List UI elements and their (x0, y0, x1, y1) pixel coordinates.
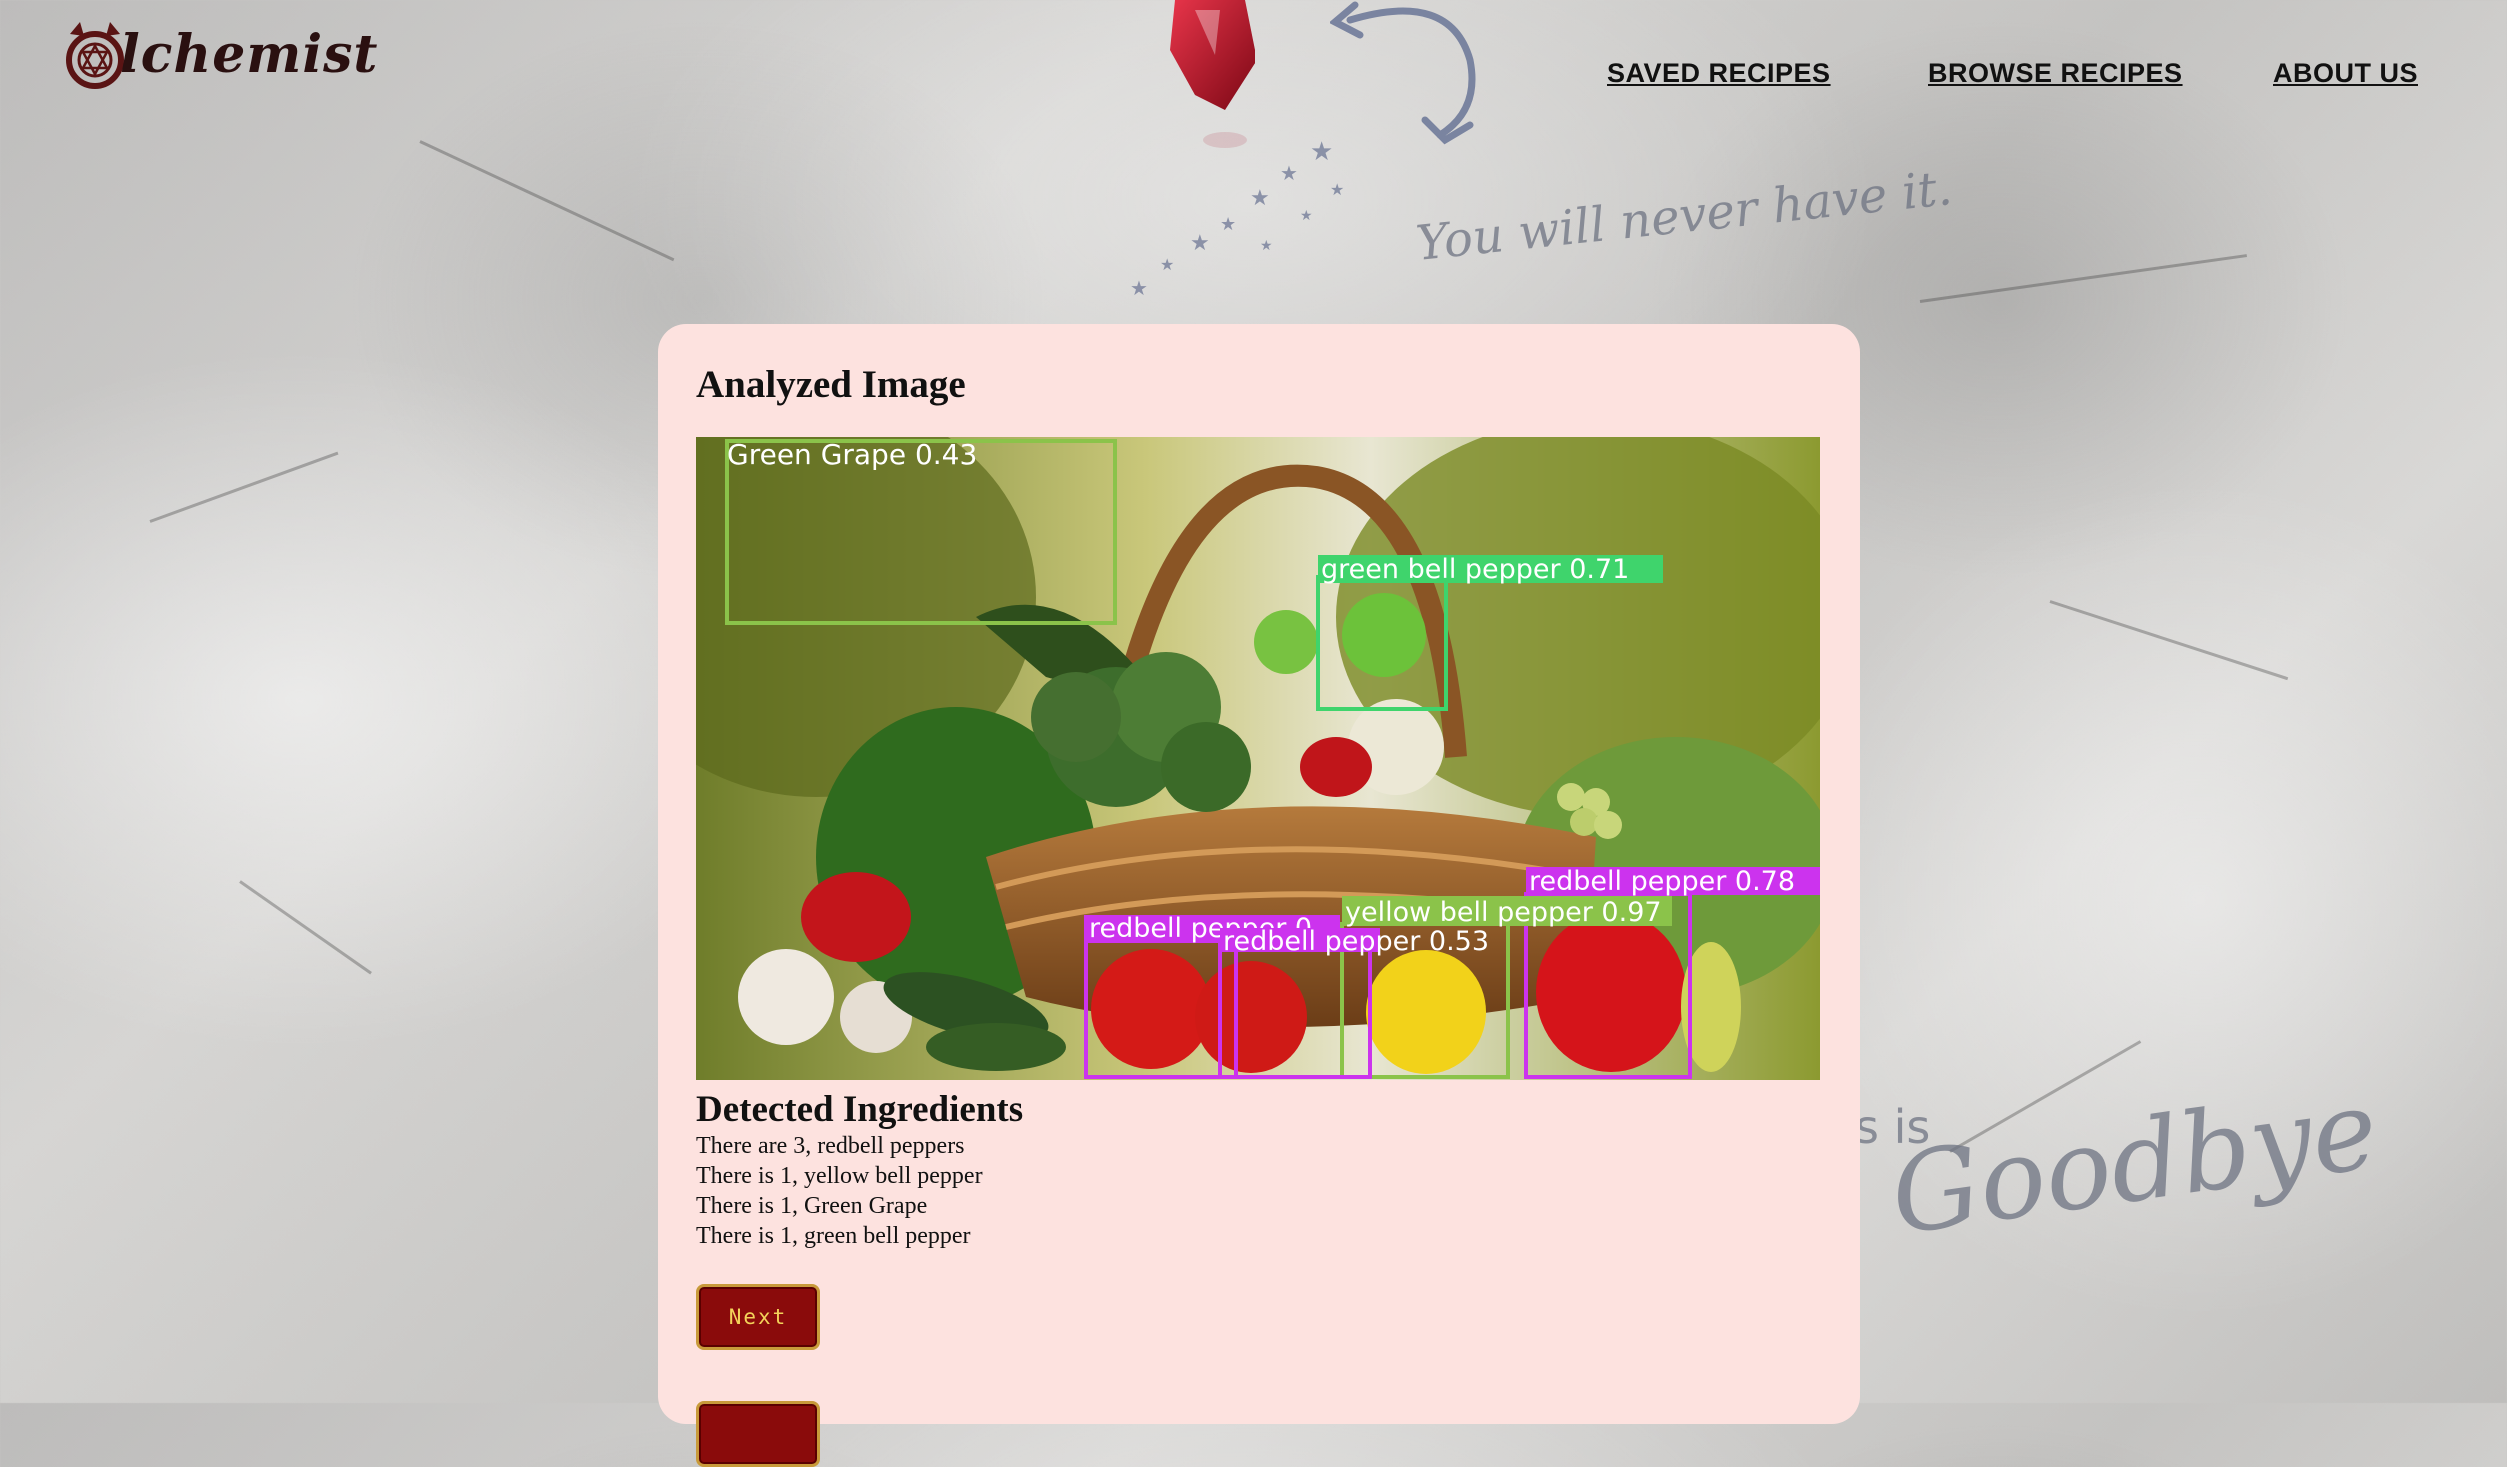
tagline-text: You will never have it. (1413, 160, 1955, 272)
svg-text:★: ★ (1300, 209, 1313, 224)
site-logo[interactable]: lchemist (60, 14, 378, 94)
detection-label-yellow-bell-pepper: yellow bell pepper 0.97 (1345, 897, 1662, 928)
ingredient-item: There is 1, yellow bell pepper (696, 1163, 983, 1189)
nav-browse-recipes[interactable]: BROWSE RECIPES (1928, 58, 2183, 89)
svg-text:★: ★ (1160, 257, 1174, 274)
next-button[interactable]: Next (696, 1284, 820, 1350)
background-crack (149, 451, 339, 523)
detected-ingredients-title: Detected Ingredients (696, 1089, 1024, 1130)
svg-text:★: ★ (1250, 185, 1270, 210)
card-title: Analyzed Image (696, 363, 966, 406)
ingredient-item: There are 3, redbell peppers (696, 1133, 965, 1159)
detection-label-green-grape: Green Grape 0.43 (727, 438, 977, 471)
background-crack (2049, 600, 2289, 681)
star-trail-icon: ★ ★ ★ ★ ★ ★ ★ ★ ★ ★ (1130, 137, 1344, 300)
secondary-button[interactable] (696, 1401, 820, 1467)
goodbye-script-text: Goodbye (1883, 1064, 2385, 1260)
background-crack (1919, 254, 2247, 303)
svg-text:★: ★ (1190, 230, 1210, 255)
svg-text:★: ★ (1130, 278, 1148, 300)
ingredient-item: There is 1, green bell pepper (696, 1223, 971, 1249)
detection-label-redbell-pepper-078: redbell pepper 0.78 (1529, 866, 1795, 897)
background-crack (239, 880, 372, 975)
svg-text:★: ★ (1310, 137, 1333, 166)
svg-text:★: ★ (1280, 163, 1298, 185)
nav-saved-recipes[interactable]: SAVED RECIPES (1607, 58, 1831, 89)
ingredient-list: There are 3, redbell peppers There is 1,… (696, 1131, 983, 1251)
analyzed-image-render: Green Grape 0.43 green bell pepper 0.71 … (696, 437, 1820, 1080)
analysis-card: Analyzed Image Green Grape 0.43 green be… (658, 324, 1860, 1467)
analyzed-image: Green Grape 0.43 green bell pepper 0.71 … (696, 437, 1820, 1080)
svg-text:★: ★ (1220, 214, 1236, 234)
detection-label-green-bell-pepper: green bell pepper 0.71 (1321, 554, 1629, 585)
ingredient-item: There is 1, Green Grape (696, 1193, 928, 1219)
logo-text: lchemist (120, 23, 379, 85)
svg-text:★: ★ (1330, 182, 1344, 199)
detection-label-redbell-pepper-053: redbell pepper 0.53 (1223, 926, 1489, 957)
background-crack (419, 140, 675, 262)
nav-about-us[interactable]: ABOUT US (2273, 58, 2418, 89)
svg-text:★: ★ (1260, 239, 1273, 254)
